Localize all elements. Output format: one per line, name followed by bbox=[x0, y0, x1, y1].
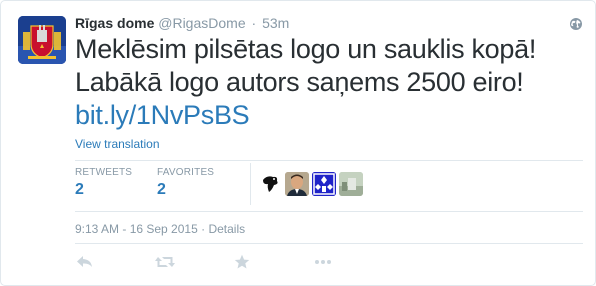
timestamp-separator: · bbox=[201, 222, 206, 236]
avatar[interactable] bbox=[18, 16, 66, 64]
retweets-label: RETWEETS bbox=[75, 167, 133, 178]
avatar[interactable] bbox=[339, 172, 363, 196]
retweets-stat[interactable]: RETWEETS 2 bbox=[75, 166, 132, 200]
tweet-time-ago[interactable]: 53m bbox=[262, 15, 289, 31]
avatar[interactable] bbox=[259, 172, 283, 196]
divider-top bbox=[75, 160, 583, 161]
divider-bottom bbox=[75, 243, 583, 244]
avatar[interactable] bbox=[312, 172, 336, 196]
user-fullname[interactable]: Rīgas dome bbox=[75, 15, 154, 31]
tweet-datetime[interactable]: 9:13 AM - 16 Sep 2015 bbox=[75, 222, 198, 236]
tweet-timestamp: 9:13 AM - 16 Sep 2015 · Details bbox=[75, 222, 245, 236]
riga-coat-of-arms-icon bbox=[18, 16, 66, 64]
retweets-count: 2 bbox=[75, 181, 84, 198]
reply-icon[interactable] bbox=[75, 253, 95, 271]
avatar[interactable] bbox=[285, 172, 309, 196]
user-handle[interactable]: @RigasDome bbox=[158, 15, 245, 31]
more-icon[interactable] bbox=[313, 253, 333, 271]
divider-middle bbox=[75, 211, 583, 212]
tweet-text: Meklēsim pilsētas logo un sauklis kopā! … bbox=[75, 33, 585, 132]
details-link[interactable]: Details bbox=[208, 222, 245, 236]
tweet-header: Rīgas dome @RigasDome · 53m bbox=[75, 14, 289, 32]
tweet-text-line-2: Labākā logo autors saņems 2500 eiro! bbox=[75, 67, 524, 97]
tweet-link[interactable]: bit.ly/1NvPsBS bbox=[75, 99, 585, 132]
favorites-stat[interactable]: FAVORITES 2 bbox=[157, 166, 214, 200]
tweet-text-line-1: Meklēsim pilsētas logo un sauklis kopā! bbox=[75, 34, 537, 64]
view-translation-link[interactable]: View translation bbox=[75, 137, 160, 151]
globe-icon bbox=[569, 17, 583, 31]
favorites-count: 2 bbox=[157, 181, 166, 198]
stats-separator bbox=[250, 163, 251, 205]
favorites-label: FAVORITES bbox=[157, 167, 215, 178]
header-separator: · bbox=[251, 15, 257, 31]
star-icon[interactable] bbox=[232, 253, 252, 271]
retweet-icon[interactable] bbox=[155, 253, 175, 271]
tweet-card: Rīgas dome @RigasDome · 53m Meklēsim pil… bbox=[0, 0, 596, 286]
